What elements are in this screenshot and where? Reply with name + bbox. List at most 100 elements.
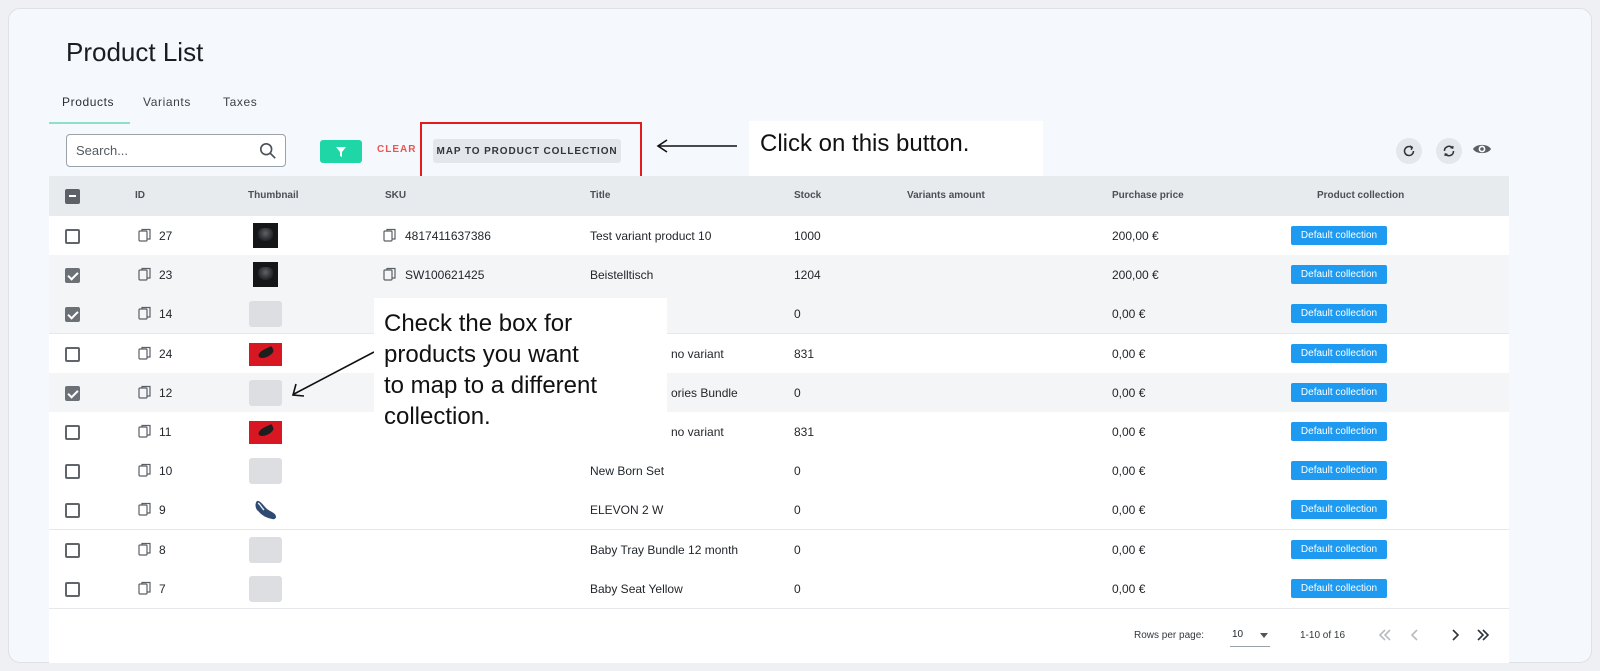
collection-badge[interactable]: Default collection <box>1291 578 1387 598</box>
column-header-purchase-price[interactable]: Purchase price <box>1112 176 1184 216</box>
collection-badge[interactable]: Default collection <box>1291 343 1387 363</box>
column-header-product-collection[interactable]: Product collection <box>1317 176 1404 216</box>
product-thumbnail <box>253 262 278 288</box>
visibility-eye-icon[interactable] <box>1472 141 1492 157</box>
table-row[interactable]: 27 4817411637386 Test variant product 10 10… <box>49 216 1509 256</box>
filter-icon <box>336 146 346 157</box>
column-header-title[interactable]: Title <box>590 176 610 216</box>
table-row[interactable]: 23 SW100621425 Beistelltisch 1204 200,00 € De… <box>49 255 1509 296</box>
search-input[interactable] <box>67 135 247 166</box>
sync-icon <box>1443 145 1455 157</box>
search-box <box>66 134 286 167</box>
copy-id-icon[interactable] <box>138 267 152 282</box>
column-header-id[interactable]: ID <box>135 176 145 216</box>
first-page-icon[interactable] <box>1377 627 1393 643</box>
table-row[interactable]: 12 ories Bundle 0 0,00 € Default collection <box>49 372 1509 413</box>
table-row[interactable]: 10 New Born Set 0 0,00 € Default collection <box>49 451 1509 492</box>
last-page-icon[interactable] <box>1475 627 1491 643</box>
row-purchase-price: 0,00 € <box>1112 425 1146 439</box>
highlight-box <box>420 122 642 178</box>
row-stock: 831 <box>794 425 815 439</box>
product-thumbnail <box>249 421 282 444</box>
row-id: 10 <box>159 464 173 479</box>
collection-badge[interactable]: Default collection <box>1291 422 1387 441</box>
product-table: ID Thumbnail SKU Title Stock Variants am… <box>49 176 1509 663</box>
row-checkbox[interactable] <box>65 503 80 519</box>
product-thumbnail <box>249 301 282 328</box>
copy-id-icon[interactable] <box>138 581 152 596</box>
table-row[interactable]: 14 0 0,00 € Default collection <box>49 294 1509 335</box>
row-title: Baby Seat Yellow <box>590 581 683 596</box>
table-row[interactable]: 7 Baby Seat Yellow 0 0,00 € Default collecti… <box>49 568 1509 609</box>
row-id: 7 <box>159 581 166 596</box>
checkbox-hint-callout: Check the box for products you want to m… <box>374 298 667 456</box>
copy-id-icon[interactable] <box>138 463 152 478</box>
row-sku: 4817411637386 <box>405 229 491 243</box>
collection-badge[interactable]: Default collection <box>1291 226 1387 245</box>
row-id: 11 <box>159 425 172 439</box>
product-thumbnail <box>251 497 279 523</box>
collection-badge[interactable]: Default collection <box>1291 461 1387 481</box>
row-purchase-price: 0,00 € <box>1112 385 1146 400</box>
copy-id-icon[interactable] <box>138 228 152 243</box>
product-thumbnail <box>249 536 282 563</box>
row-checkbox[interactable] <box>65 346 80 362</box>
table-row[interactable]: 11 no variant 831 0,00 € Default collection <box>49 412 1509 452</box>
copy-id-icon[interactable] <box>138 385 152 400</box>
row-title: Baby Tray Bundle 12 month <box>590 542 739 557</box>
rows-per-page-select[interactable]: 10 <box>1230 623 1270 647</box>
collection-badge[interactable]: Default collection <box>1291 382 1387 402</box>
row-checkbox[interactable] <box>65 268 80 284</box>
row-title: ELEVON 2 W <box>590 503 664 518</box>
copy-sku-icon[interactable] <box>383 228 397 243</box>
row-stock: 0 <box>794 581 801 596</box>
pagination-bar: Rows per page: 10 1-10 of 16 <box>49 612 1509 662</box>
row-stock: 0 <box>794 385 801 400</box>
tab-products[interactable]: Products <box>49 92 130 124</box>
tab-variants[interactable]: Variants <box>130 92 213 124</box>
filter-button[interactable] <box>320 140 362 163</box>
tab-taxes[interactable]: Taxes <box>213 92 293 124</box>
copy-id-icon[interactable] <box>138 542 152 557</box>
refresh-button[interactable] <box>1396 138 1422 164</box>
table-row[interactable]: 24 no variant 831 0,00 € Default collection <box>49 333 1509 374</box>
column-header-stock[interactable]: Stock <box>794 176 821 216</box>
collection-badge[interactable]: Default collection <box>1291 539 1387 559</box>
row-purchase-price: 0,00 € <box>1112 542 1146 557</box>
select-all-checkbox[interactable] <box>65 189 80 204</box>
table-row[interactable]: 9 ELEVON 2 W 0 0,00 € Default collection <box>49 490 1509 531</box>
row-checkbox[interactable] <box>65 581 80 597</box>
row-checkbox[interactable] <box>65 464 80 480</box>
copy-id-icon[interactable] <box>138 502 152 517</box>
row-checkbox[interactable] <box>65 307 80 323</box>
clear-button[interactable]: CLEAR <box>377 144 416 155</box>
row-checkbox[interactable] <box>65 425 80 440</box>
next-page-icon[interactable] <box>1447 627 1463 643</box>
row-stock: 0 <box>794 542 801 557</box>
collection-badge[interactable]: Default collection <box>1291 265 1387 285</box>
collection-badge[interactable]: Default collection <box>1291 500 1387 520</box>
product-thumbnail <box>249 575 282 602</box>
column-header-sku[interactable]: SKU <box>385 176 406 216</box>
copy-id-icon[interactable] <box>138 306 152 321</box>
previous-page-icon[interactable] <box>1407 627 1423 643</box>
pointing-arrow-icon <box>291 351 375 397</box>
column-header-variants-amount[interactable]: Variants amount <box>907 176 985 216</box>
row-checkbox[interactable] <box>65 229 80 244</box>
table-row[interactable]: 8 Baby Tray Bundle 12 month 0 0,00 € Default… <box>49 529 1509 570</box>
product-thumbnail <box>249 458 282 485</box>
row-id: 23 <box>159 268 173 283</box>
copy-id-icon[interactable] <box>138 346 152 361</box>
button-hint-callout: Click on this button. <box>749 121 1043 179</box>
row-checkbox[interactable] <box>65 542 80 558</box>
column-header-thumbnail[interactable]: Thumbnail <box>248 176 299 216</box>
sync-button[interactable] <box>1436 138 1462 164</box>
row-purchase-price: 200,00 € <box>1112 268 1159 283</box>
row-title: Beistelltisch <box>590 268 654 283</box>
search-icon[interactable] <box>259 142 277 160</box>
row-checkbox[interactable] <box>65 385 80 401</box>
caret-down-icon <box>1260 633 1268 638</box>
copy-sku-icon[interactable] <box>383 267 397 282</box>
collection-badge[interactable]: Default collection <box>1291 304 1387 324</box>
copy-id-icon[interactable] <box>138 424 152 439</box>
